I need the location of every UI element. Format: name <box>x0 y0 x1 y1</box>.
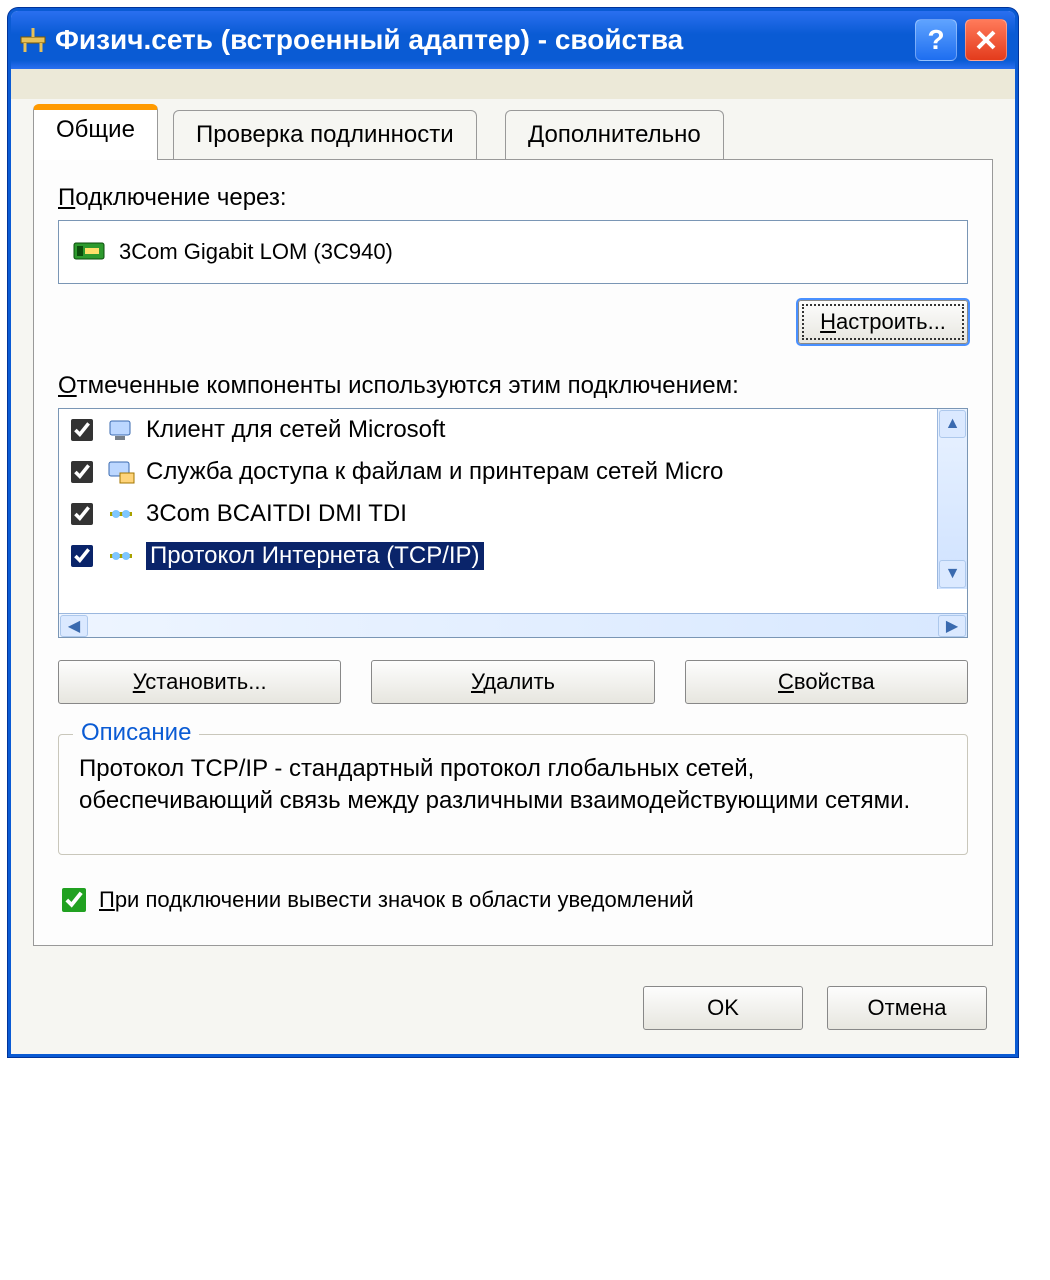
install-button[interactable]: Установить... <box>58 660 341 704</box>
properties-button[interactable]: Свойства <box>685 660 968 704</box>
ok-button[interactable]: OK <box>643 986 803 1030</box>
components-list[interactable]: Клиент для сетей Microsoft Служба доступ… <box>58 408 968 638</box>
dialog-footer: OK Отмена <box>11 966 1015 1054</box>
protocol-icon <box>106 543 136 569</box>
horizontal-scrollbar[interactable]: ◀ ▶ <box>59 613 967 637</box>
adapter-field[interactable]: 3Com Gigabit LOM (3C940) <box>58 220 968 284</box>
tab-pane-general: Подключение через: 3Com Gigabit LOM (3C9… <box>33 159 993 946</box>
tray-icon-checkbox[interactable] <box>62 888 86 912</box>
description-legend: Описание <box>73 719 199 747</box>
vertical-scrollbar[interactable]: ▲ ▼ <box>937 409 967 589</box>
tab-advanced[interactable]: Дополнительно <box>505 110 724 160</box>
configure-button[interactable]: Настроить... <box>798 300 968 344</box>
item-checkbox[interactable] <box>71 461 93 483</box>
adapter-name: 3Com Gigabit LOM (3C940) <box>119 239 393 265</box>
item-checkbox[interactable] <box>71 545 93 567</box>
help-button[interactable]: ? <box>915 19 957 61</box>
tray-icon-option[interactable]: При подключении вывести значок в области… <box>58 885 968 915</box>
item-checkbox[interactable] <box>71 503 93 525</box>
tab-general[interactable]: Общие <box>33 104 158 160</box>
protocol-icon <box>106 501 136 527</box>
client-area: Общие Проверка подлинности Дополнительно… <box>11 99 1015 1054</box>
list-item[interactable]: Клиент для сетей Microsoft <box>59 409 967 451</box>
description-text: Протокол TCP/IP - стандартный протокол г… <box>79 753 947 818</box>
list-item[interactable]: 3Com BCAITDI DMI TDI <box>59 493 967 535</box>
list-item-selected[interactable]: Протокол Интернета (TCP/IP) <box>59 535 967 577</box>
service-icon <box>106 459 136 485</box>
uninstall-button[interactable]: Удалить <box>371 660 654 704</box>
connect-using-label: Подключение через: <box>58 184 968 212</box>
scroll-up-button[interactable]: ▲ <box>939 410 966 438</box>
description-groupbox: Описание Протокол TCP/IP - стандартный п… <box>58 734 968 855</box>
tab-strip: Общие Проверка подлинности Дополнительно <box>33 99 993 159</box>
scroll-down-button[interactable]: ▼ <box>939 560 966 588</box>
tab-authentication[interactable]: Проверка подлинности <box>173 110 477 160</box>
item-checkbox[interactable] <box>71 419 93 441</box>
titlebar[interactable]: Физич.сеть (встроенный адаптер) - свойст… <box>11 11 1015 69</box>
window-title: Физич.сеть (встроенный адаптер) - свойст… <box>55 24 907 56</box>
network-adapter-icon <box>19 26 47 54</box>
cancel-button[interactable]: Отмена <box>827 986 987 1030</box>
list-item[interactable]: Служба доступа к файлам и принтерам сете… <box>59 451 967 493</box>
client-icon <box>106 417 136 443</box>
nic-card-icon <box>73 240 105 264</box>
close-button[interactable] <box>965 19 1007 61</box>
properties-dialog: Физич.сеть (встроенный адаптер) - свойст… <box>8 8 1018 1057</box>
tray-icon-label: При подключении вывести значок в области… <box>99 887 694 913</box>
components-label: Отмеченные компоненты используются этим … <box>58 372 968 400</box>
scroll-left-button[interactable]: ◀ <box>60 615 88 637</box>
scroll-right-button[interactable]: ▶ <box>938 615 966 637</box>
